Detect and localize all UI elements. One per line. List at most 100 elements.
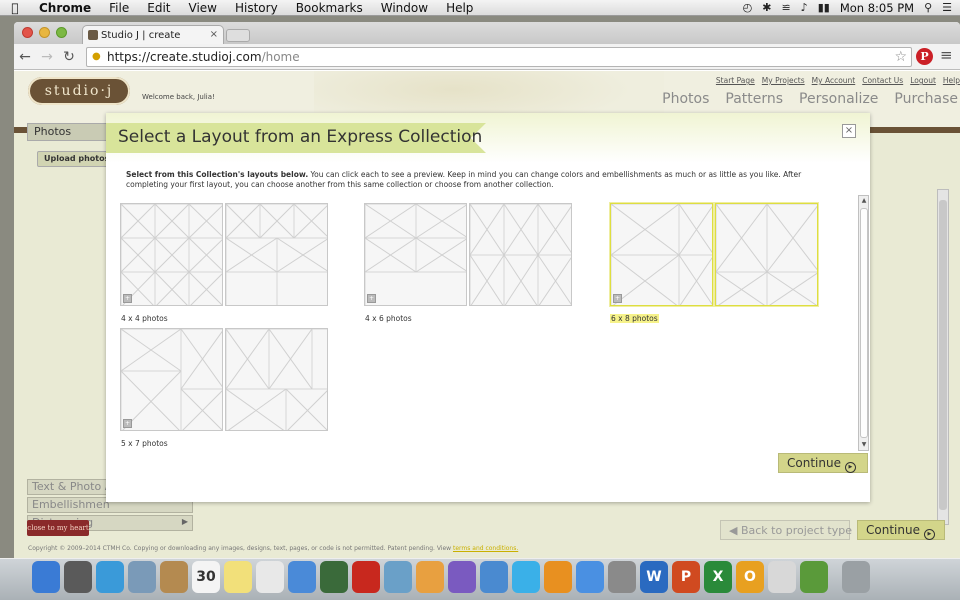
menu-help[interactable]: Help [437,1,482,15]
excel-icon[interactable]: X [704,561,732,593]
spotlight-search-icon[interactable]: ⚲ [924,1,932,14]
layout-page-left[interactable]: + [120,203,223,306]
link-logout[interactable]: Logout [910,76,936,85]
bluetooth-icon[interactable]: ✱ [762,1,771,14]
calendar-icon[interactable]: 30 [192,561,220,593]
numbers-icon[interactable] [448,561,476,593]
modal-title: Select a Layout from an Express Collecti… [118,127,483,147]
pages-icon[interactable] [416,561,444,593]
apple-icon[interactable]:  [0,1,30,15]
zoom-window-button[interactable] [56,27,67,38]
menubar-clock[interactable]: Mon 8:05 PM [840,1,914,15]
menu-history[interactable]: History [226,1,287,15]
iphoto-icon[interactable] [384,561,412,593]
chrome-icon[interactable] [768,561,796,593]
scrollbar-thumb[interactable] [939,200,947,510]
word-icon[interactable]: W [640,561,668,593]
layout-page-right[interactable] [469,203,572,306]
close-tab-icon[interactable]: × [210,29,218,40]
modal-scrollbar[interactable]: ▲ ▼ [858,195,869,451]
launchpad-icon[interactable] [64,561,92,593]
browser-tab[interactable]: Studio J | create × [82,25,224,44]
layout-page-left[interactable]: + [120,328,223,431]
link-start-page[interactable]: Start Page [716,76,755,85]
wifi-icon[interactable]: ≌ [781,1,790,14]
layout-page-left[interactable]: + [364,203,467,306]
menu-file[interactable]: File [100,1,138,15]
zoom-preview-icon[interactable]: + [123,294,132,303]
reminders-icon[interactable] [256,561,284,593]
outlook-icon[interactable]: O [736,561,764,593]
studio-j-logo[interactable]: studio·j [28,77,130,105]
nav-patterns[interactable]: Patterns [725,91,783,107]
new-tab-button[interactable] [226,29,250,42]
menu-edit[interactable]: Edit [138,1,179,15]
upload-photos-button[interactable]: Upload photos [37,151,109,167]
layout-page-right[interactable] [225,328,328,431]
nav-purchase[interactable]: Purchase [894,91,958,107]
layout-6x8-selected[interactable]: + 6 x 8 photos [610,203,818,325]
link-my-projects[interactable]: My Projects [762,76,805,85]
chrome-menu-icon[interactable]: ≡ [940,46,953,64]
system-preferences-icon[interactable] [608,561,636,593]
terms-link[interactable]: terms and conditions. [453,545,518,552]
battery-icon[interactable]: ▮▮ [818,1,830,14]
nav-photos[interactable]: Photos [662,91,709,107]
layout-4x6[interactable]: + 4 x 6 photos [364,203,572,325]
time-machine-icon[interactable]: ◴ [743,1,753,14]
link-help[interactable]: Help [943,76,960,85]
mail-icon[interactable] [128,561,156,593]
notes-icon[interactable] [224,561,252,593]
photo-booth-icon[interactable] [352,561,380,593]
layout-page-right[interactable] [225,203,328,306]
menu-window[interactable]: Window [372,1,437,15]
scroll-down-icon[interactable]: ▼ [860,441,868,449]
link-contact-us[interactable]: Contact Us [862,76,903,85]
menu-view[interactable]: View [180,1,226,15]
evernote-icon[interactable] [800,561,828,593]
layout-page-diagram [226,329,327,430]
safari-icon[interactable] [96,561,124,593]
forward-arrow-icon[interactable]: → [36,49,58,65]
layout-4x4[interactable]: + 4 x 4 photos [120,203,328,325]
back-to-project-type-button[interactable]: ◀ Back to project type [720,520,852,540]
facetime-icon[interactable] [320,561,348,593]
ibooks-icon[interactable] [544,561,572,593]
bookmark-star-icon[interactable]: ☆ [894,49,907,65]
layout-page-left[interactable]: + [610,203,713,306]
menu-chrome[interactable]: Chrome [30,1,100,15]
zoom-preview-icon[interactable]: + [123,419,132,428]
close-modal-button[interactable]: × [842,124,856,138]
link-my-account[interactable]: My Account [812,76,856,85]
itunes-icon[interactable] [512,561,540,593]
menu-bookmarks[interactable]: Bookmarks [287,1,372,15]
nav-personalize[interactable]: Personalize [799,91,878,107]
keynote-icon[interactable] [480,561,508,593]
notification-center-icon[interactable]: ☰ [942,1,952,14]
layout-page-right[interactable] [715,203,818,306]
zoom-preview-icon[interactable]: + [367,294,376,303]
scroll-up-icon[interactable]: ▲ [860,197,868,205]
footer-text: Copyright © 2009–2014 CTMH Co. Copying o… [28,545,452,552]
finder-icon[interactable] [32,561,60,593]
continue-button-page[interactable]: Continue ▶ [857,520,945,540]
layout-page-diagram [121,329,222,430]
continue-button-modal[interactable]: Continue ▶ [778,453,868,473]
pinterest-extension-icon[interactable]: P [916,48,933,65]
volume-icon[interactable]: ♪ [801,1,808,14]
trash-icon[interactable] [842,561,870,593]
minimize-window-button[interactable] [39,27,50,38]
app-store-icon[interactable] [576,561,604,593]
page-scrollbar[interactable] [937,189,949,525]
layout-5x7[interactable]: + 5 x 7 photos [120,328,328,450]
contacts-icon[interactable] [160,561,188,593]
layout-label: 4 x 4 photos [121,314,168,323]
powerpoint-icon[interactable]: P [672,561,700,593]
zoom-preview-icon[interactable]: + [613,294,622,303]
modal-scrollbar-thumb[interactable] [860,208,868,438]
back-arrow-icon[interactable]: ← [14,49,36,65]
address-bar[interactable]: ● https://create.studioj.com/home ☆ [86,47,912,67]
messages-icon[interactable] [288,561,316,593]
close-window-button[interactable] [22,27,33,38]
reload-icon[interactable]: ↻ [58,49,80,65]
